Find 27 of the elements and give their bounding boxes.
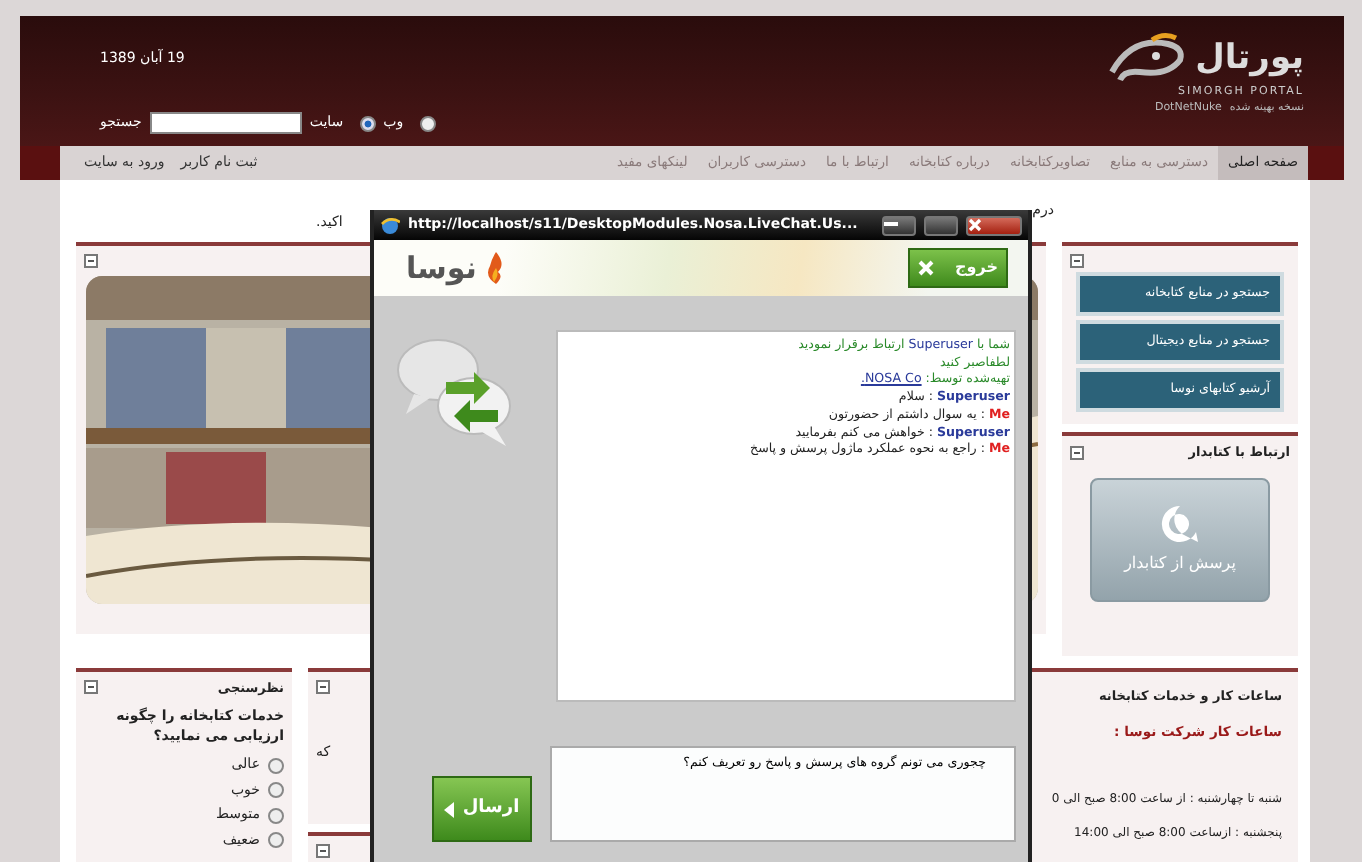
radio-button[interactable] [268, 782, 284, 798]
calligraphy-drawing [1107, 32, 1188, 84]
collapse-icon[interactable] [84, 253, 98, 267]
radio-button[interactable] [268, 807, 284, 823]
send-button[interactable]: ارسال [432, 776, 532, 842]
close-button[interactable] [966, 215, 1022, 235]
close-icon [968, 218, 982, 232]
collapse-icon[interactable] [84, 679, 98, 693]
ask-librarian-button[interactable]: پرسش از کتابدار [1090, 478, 1270, 603]
radio-button[interactable] [268, 757, 284, 773]
collapse-icon[interactable] [316, 679, 330, 693]
radio-button[interactable] [359, 115, 376, 131]
logo-title: پورتال [1195, 41, 1304, 75]
play-icon [444, 801, 455, 817]
close-icon [918, 260, 934, 276]
radio-button[interactable] [268, 832, 284, 848]
collapse-icon[interactable] [1070, 445, 1084, 460]
exit-button[interactable]: خروج [908, 248, 1008, 288]
search-field[interactable] [149, 112, 302, 134]
brand-name: نوسا [406, 247, 477, 290]
chat-bubble-icon [1158, 504, 1202, 545]
collapse-icon[interactable] [1070, 253, 1084, 267]
collapse-icon[interactable] [316, 843, 330, 857]
minimize-icon [884, 222, 898, 228]
minimize-button[interactable] [882, 215, 916, 235]
radio-button[interactable] [419, 115, 436, 131]
browser-icon [380, 215, 400, 235]
